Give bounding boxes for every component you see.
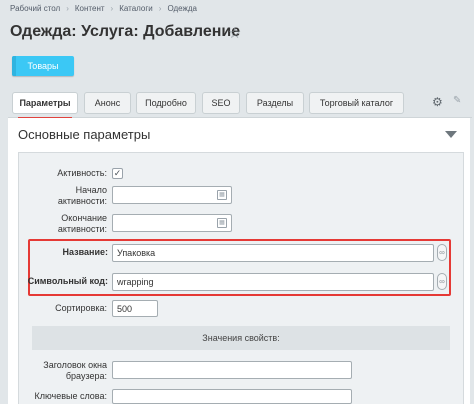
breadcrumb-separator-icon: › [66,4,69,13]
breadcrumb-item[interactable]: Одежда [167,4,197,13]
end-date-input[interactable]: ▦ [112,214,232,232]
tab-announce[interactable]: Анонс [84,92,131,114]
collapse-arrow-icon[interactable] [445,131,457,138]
end-label: Окончание активности: [17,213,107,235]
link-icon[interactable]: ∞ [437,244,447,261]
pin-icon[interactable]: ✎ [453,95,461,106]
link-icon[interactable]: ∞ [437,273,447,290]
breadcrumb: Рабочий стол › Контент › Каталоги › Одеж… [10,4,197,13]
breadcrumb-item[interactable]: Рабочий стол [10,4,60,13]
code-label: Символьный код: [27,276,108,286]
breadcrumb-separator-icon: › [110,4,114,13]
section-title: Основные параметры [18,127,151,142]
goods-button[interactable]: Товары [12,56,74,76]
start-date-input[interactable]: ▦ [112,186,232,204]
gear-icon[interactable]: ⚙ [432,95,443,109]
active-label: Активность: [57,168,107,178]
start-label: Начало активности: [17,185,107,207]
end-label-line: Окончание [61,213,107,223]
start-label-line: Начало [75,185,107,195]
code-input[interactable]: wrapping [112,273,434,291]
breadcrumb-item[interactable]: Контент [75,4,105,13]
end-label-line: активности: [57,224,107,234]
keywords-label: Ключевые слова: [34,391,107,401]
breadcrumb-separator-icon: › [158,4,162,13]
checkmark-icon: ✓ [113,168,122,178]
active-checkbox[interactable]: ✓ [112,168,123,179]
name-input[interactable]: Упаковка [112,244,434,262]
sort-input[interactable]: 500 [112,300,158,317]
tab-seo[interactable]: SEO [202,92,240,114]
tab-sections[interactable]: Разделы [246,92,304,114]
page-title: Одежда: Услуга: Добавление [10,23,241,40]
browser-title-label-line: Заголовок окна [43,360,107,370]
browser-title-label-line: браузера: [65,371,107,381]
tab-trade-catalog[interactable]: Торговый каталог [309,92,404,114]
properties-header: Значения свойств: [32,326,450,350]
keywords-input[interactable] [112,389,352,404]
calendar-icon[interactable]: ▦ [217,218,227,228]
breadcrumb-item[interactable]: Каталоги [119,4,153,13]
calendar-icon[interactable]: ▦ [217,190,227,200]
browser-title-label: Заголовок окна браузера: [17,360,107,382]
start-label-line: активности: [57,196,107,206]
star-icon[interactable]: ☆ [228,24,241,42]
sort-label: Сортировка: [55,303,107,313]
tab-parameters[interactable]: Параметры [12,92,78,119]
tab-details[interactable]: Подробно [136,92,196,114]
browser-title-input[interactable] [112,361,352,379]
name-label: Название: [62,247,108,257]
